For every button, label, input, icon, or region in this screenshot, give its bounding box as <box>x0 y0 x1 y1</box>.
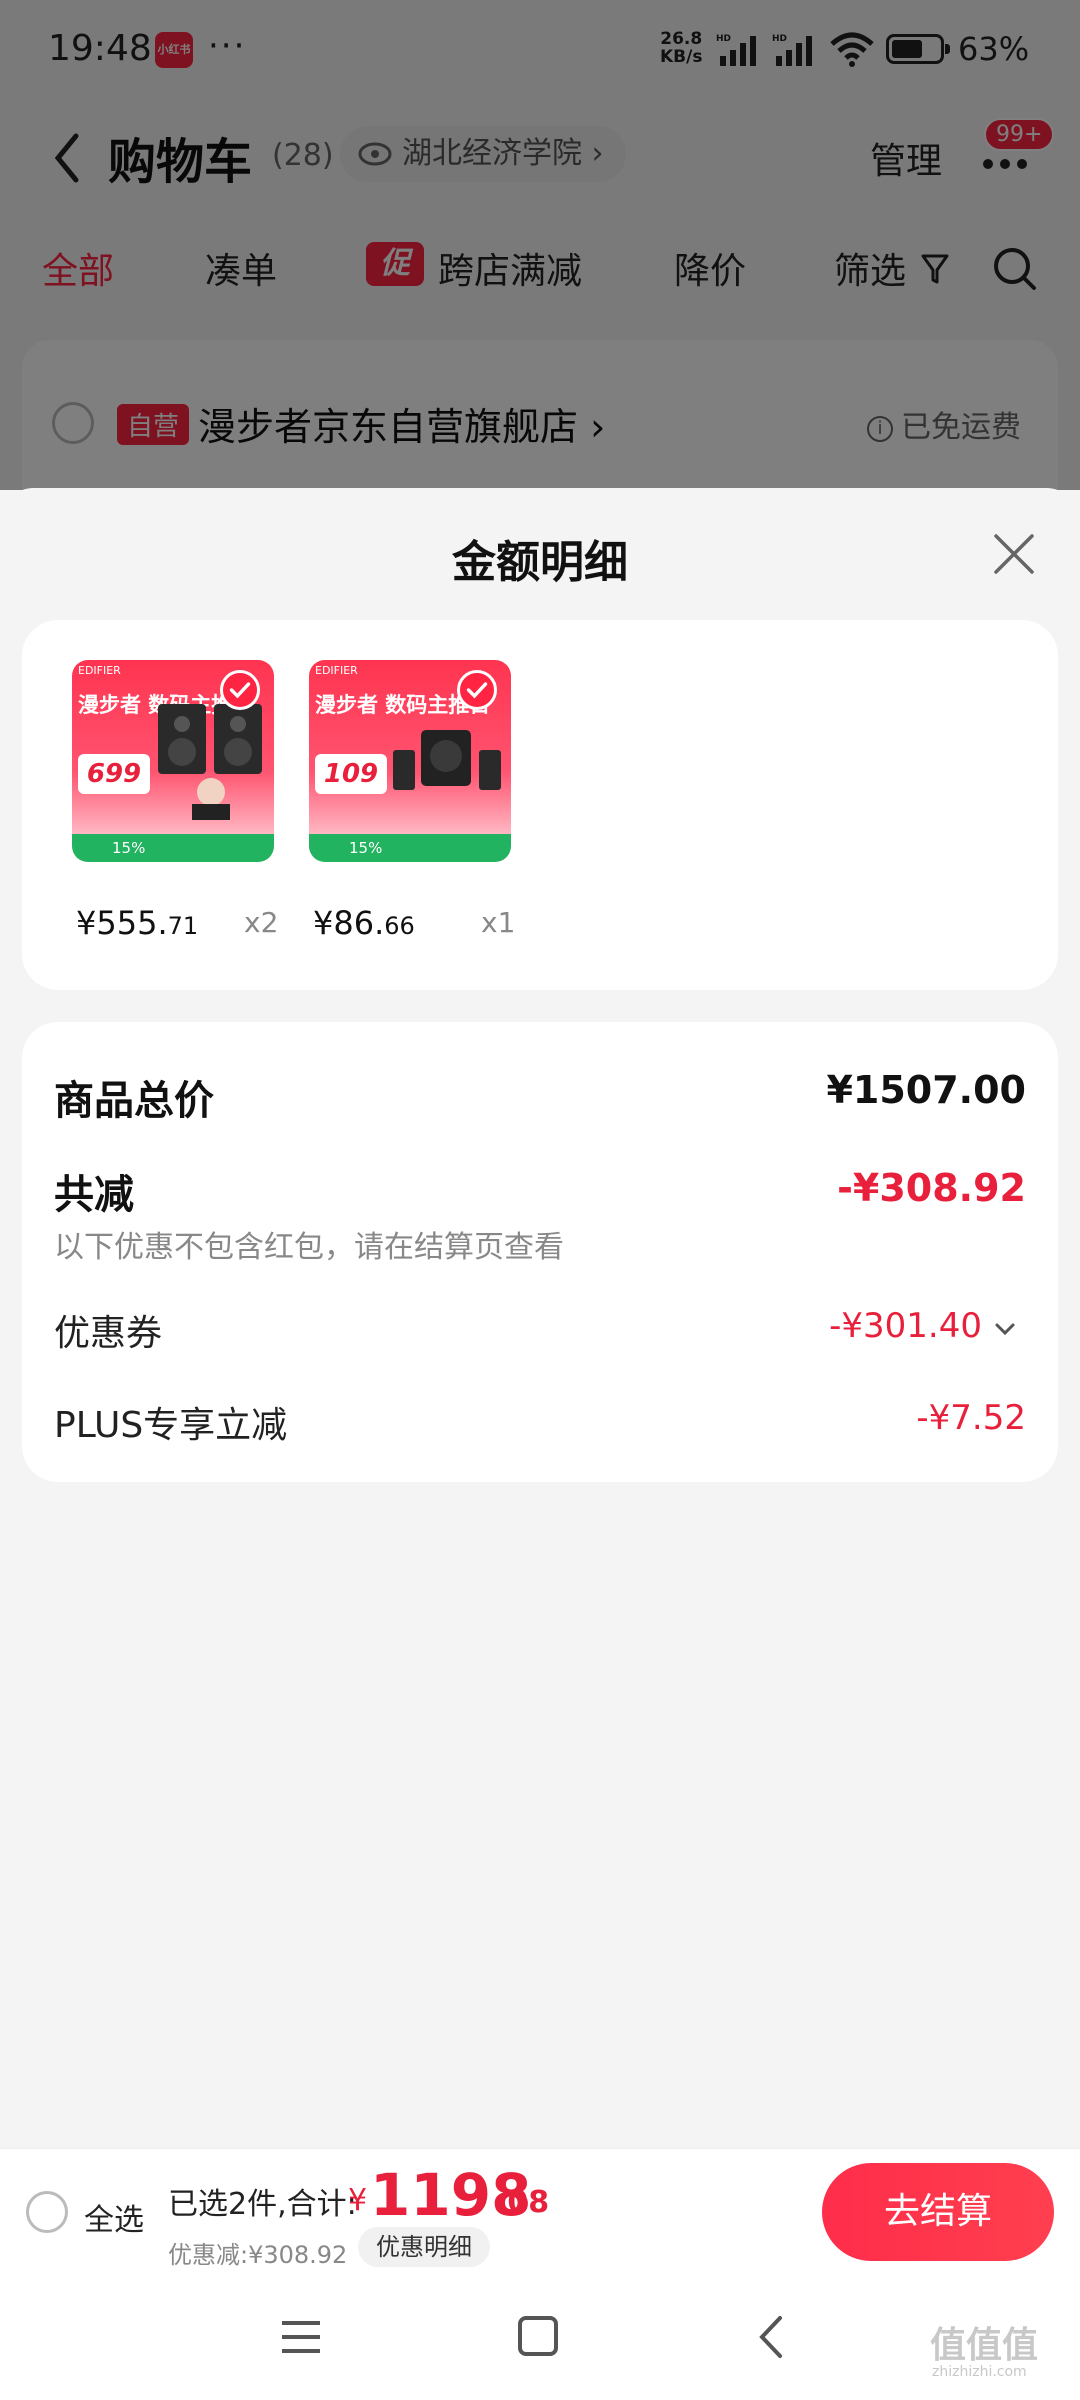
discount-detail-button[interactable]: 优惠明细 <box>358 2227 490 2267</box>
product-promo-price: 699 <box>78 754 150 794</box>
checkout-bar: 全选 已选2件,合计: ¥ 1198 .08 优惠减:¥308.92 优惠明细 … <box>0 2148 1080 2278</box>
chevron-down-icon[interactable] <box>994 1322 1016 1336</box>
multimedia-speakers-image <box>393 730 501 790</box>
plus-label: PLUS专享立减 <box>54 1405 288 1446</box>
reduce-note: 以下优惠不包含红包，请在结算页查看 <box>54 1230 564 1265</box>
product-image: EDIFIER 漫步者 数码主推日 109 15% <box>309 660 511 862</box>
product-price: ¥555.71 <box>76 904 198 942</box>
menu-icon[interactable] <box>280 2318 322 2356</box>
discount-summary: 优惠减:¥308.92 <box>168 2241 348 2269</box>
price-summary-card: 商品总价 ¥1507.00 共减 -¥308.92 以下优惠不包含红包，请在结算… <box>22 1022 1058 1482</box>
home-icon[interactable] <box>518 2316 558 2356</box>
product-item[interactable]: EDIFIER 漫步者 数码主推日 699 15% ¥555.71 x2 <box>72 660 282 942</box>
total-amount-decimal: .08 <box>496 2185 550 2220</box>
selected-products-card: EDIFIER 漫步者 数码主推日 699 15% ¥555.71 x2 <box>22 620 1058 990</box>
bookshelf-speakers-image <box>158 704 262 820</box>
product-brand-mark: EDIFIER <box>78 664 121 677</box>
reduce-label: 共减 <box>54 1172 134 1218</box>
product-quantity: x1 <box>481 906 516 939</box>
product-promo-price: 109 <box>315 754 387 794</box>
close-icon[interactable] <box>992 532 1036 576</box>
product-image: EDIFIER 漫步者 数码主推日 699 15% <box>72 660 274 862</box>
product-item[interactable]: EDIFIER 漫步者 数码主推日 109 15% ¥86.66 x1 <box>309 660 519 942</box>
system-nav-bar: 值值值 zhizhizhi.com <box>0 2278 1080 2400</box>
total-label: 商品总价 <box>54 1078 214 1124</box>
coupon-value[interactable]: -¥301.40 <box>829 1306 982 1346</box>
product-price-dec: 71 <box>167 912 199 940</box>
reduce-value: -¥308.92 <box>837 1166 1026 1210</box>
coupon-label: 优惠券 <box>54 1313 163 1354</box>
product-brand-mark: EDIFIER <box>315 664 358 677</box>
dim-overlay[interactable] <box>0 0 1080 490</box>
product-price: ¥86.66 <box>313 904 415 942</box>
product-discount-strip: 15% <box>72 834 274 862</box>
checkout-button[interactable]: 去结算 <box>822 2163 1054 2261</box>
plus-value: -¥7.52 <box>916 1398 1026 1438</box>
product-price-int: ¥555. <box>76 904 168 942</box>
watermark-url: zhizhizhi.com <box>932 2364 1027 2380</box>
checked-icon <box>220 670 260 710</box>
product-discount-strip: 15% <box>309 834 511 862</box>
product-price-int: ¥86. <box>313 904 385 942</box>
select-all-radio[interactable] <box>26 2191 68 2233</box>
selected-count-text: 已选2件,合计: <box>168 2187 357 2222</box>
total-currency: ¥ <box>348 2183 368 2218</box>
product-price-dec: 66 <box>384 912 415 940</box>
sheet-title: 金额明细 <box>452 537 628 588</box>
checked-icon <box>457 670 497 710</box>
select-all-label[interactable]: 全选 <box>84 2195 144 2239</box>
total-value: ¥1507.00 <box>826 1068 1026 1112</box>
price-detail-sheet: 金额明细 EDIFIER 漫步者 数码主推日 699 15% <box>0 488 1080 2148</box>
watermark-logo: 值值值 <box>930 2325 1039 2366</box>
back-icon[interactable] <box>756 2314 786 2360</box>
product-quantity: x2 <box>244 906 279 939</box>
